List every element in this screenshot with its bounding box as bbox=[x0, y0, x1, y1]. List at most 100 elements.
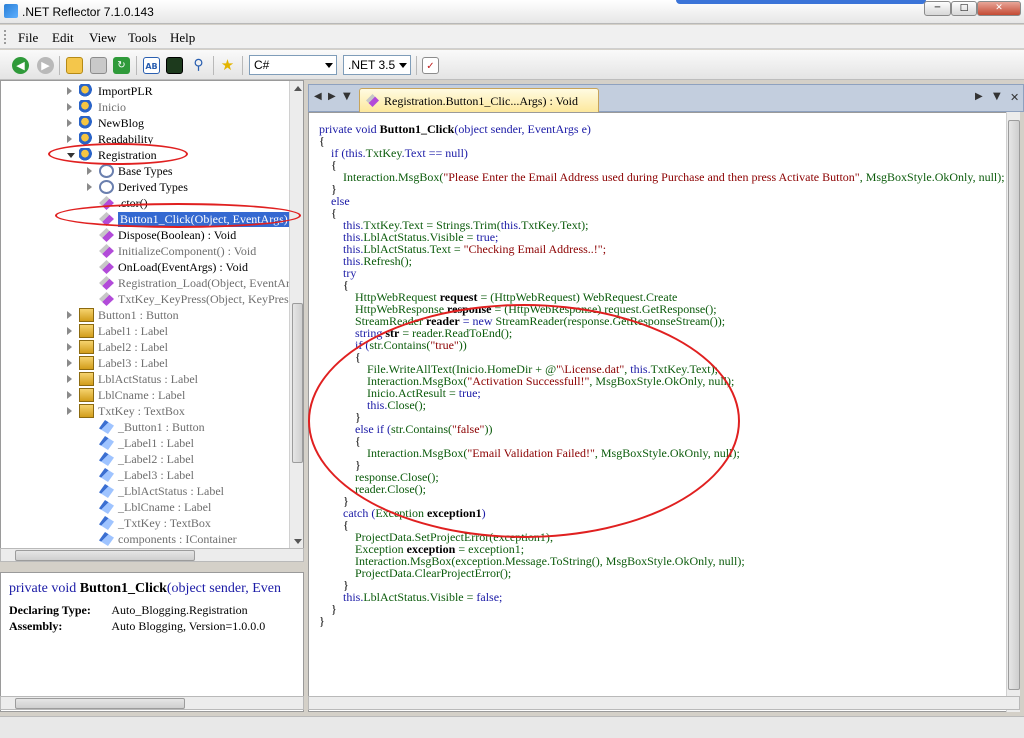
code-token[interactable]: ProjectData.ClearProjectError(); bbox=[355, 566, 511, 580]
collapsed-arrow-icon[interactable] bbox=[87, 167, 92, 175]
code-token[interactable]: Refresh(); bbox=[363, 254, 412, 268]
scroll-up-icon[interactable] bbox=[294, 86, 302, 91]
menu-edit[interactable]: Edit bbox=[52, 30, 74, 46]
language-select[interactable]: C# bbox=[249, 55, 337, 75]
collapsed-arrow-icon[interactable] bbox=[67, 359, 72, 367]
tree-item[interactable]: _Label2 : Label bbox=[1, 451, 290, 467]
tree-item[interactable]: Label3 : Label bbox=[1, 355, 290, 371]
tree-item[interactable]: TxtKey : TextBox bbox=[1, 403, 290, 419]
tree-item[interactable]: Inicio bbox=[1, 99, 290, 115]
code-token[interactable]: str.Contains( bbox=[391, 422, 452, 436]
search-icon[interactable]: ⚲ bbox=[190, 57, 207, 74]
close-button[interactable]: ✕ bbox=[977, 1, 1021, 16]
tab-forward-icon[interactable]: ▶ bbox=[328, 91, 336, 102]
code-token[interactable]: Interaction.MsgBox( bbox=[367, 446, 467, 460]
tree-item[interactable]: Dispose(Boolean) : Void bbox=[1, 227, 290, 243]
tree-item[interactable]: Button1 : Button bbox=[1, 307, 290, 323]
tree-item[interactable]: _LblCname : Label bbox=[1, 499, 290, 515]
minimize-button[interactable]: ─ bbox=[924, 1, 951, 16]
tree-item[interactable]: Registration_Load(Object, EventAr bbox=[1, 275, 290, 291]
code-token[interactable]: )) bbox=[459, 338, 467, 352]
code-scroll-thumb[interactable] bbox=[1008, 120, 1020, 690]
code-token[interactable]: exception1 bbox=[427, 506, 482, 520]
scroll-down-icon[interactable] bbox=[294, 539, 302, 544]
collapsed-arrow-icon[interactable] bbox=[67, 407, 72, 415]
options-icon[interactable]: ✓ bbox=[422, 57, 439, 74]
tree-item[interactable]: LblActStatus : Label bbox=[1, 371, 290, 387]
code-token[interactable]: Interaction.MsgBox( bbox=[343, 170, 443, 184]
code-token[interactable]: Button1_Click bbox=[380, 122, 455, 136]
tree-item[interactable]: ImportPLR bbox=[1, 83, 290, 99]
code-token[interactable]: Exception bbox=[375, 506, 427, 520]
collapsed-arrow-icon[interactable] bbox=[67, 311, 72, 319]
maximize-button[interactable]: □ bbox=[951, 1, 977, 16]
menu-file[interactable]: File bbox=[18, 30, 38, 46]
bookmark-star-icon[interactable]: ★ bbox=[219, 57, 236, 74]
code-token[interactable]: , MsgBoxStyle.OkOnly, null); bbox=[595, 446, 740, 460]
tree-item[interactable]: _TxtKey : TextBox bbox=[1, 515, 290, 531]
tree-item[interactable]: Base Types bbox=[1, 163, 290, 179]
refresh-icon[interactable]: ↻ bbox=[113, 57, 130, 74]
tree-item[interactable]: _Button1 : Button bbox=[1, 419, 290, 435]
tab-scroll-right-icon[interactable]: ▶ bbox=[975, 91, 983, 102]
tree-item[interactable]: _Label3 : Label bbox=[1, 467, 290, 483]
collapsed-arrow-icon[interactable] bbox=[67, 135, 72, 143]
tree-item[interactable]: InitializeComponent() : Void bbox=[1, 243, 290, 259]
collapsed-arrow-icon[interactable] bbox=[67, 87, 72, 95]
declaring-type-value[interactable]: Auto_Blogging.Registration bbox=[111, 603, 247, 617]
tree-item[interactable]: components : IContainer bbox=[1, 531, 290, 547]
framework-select[interactable]: .NET 3.5 bbox=[343, 55, 411, 75]
tree-item[interactable]: Label2 : Label bbox=[1, 339, 290, 355]
save-icon[interactable] bbox=[90, 57, 107, 74]
tree-item[interactable]: Derived Types bbox=[1, 179, 290, 195]
collapsed-arrow-icon[interactable] bbox=[67, 391, 72, 399]
tree-scroll-thumb[interactable] bbox=[292, 303, 303, 463]
collapsed-arrow-icon[interactable] bbox=[67, 375, 72, 383]
tab-menu-icon[interactable]: ▼ bbox=[993, 91, 1001, 102]
tree-item[interactable]: NewBlog bbox=[1, 115, 290, 131]
code-token[interactable]: reader.Close(); bbox=[355, 482, 426, 496]
code-token[interactable]: TxtKey.Text); bbox=[521, 218, 588, 232]
tab-back-icon[interactable]: ◀ bbox=[314, 91, 322, 102]
collapsed-arrow-icon[interactable] bbox=[67, 343, 72, 351]
menu-tools[interactable]: Tools bbox=[128, 30, 157, 46]
tree-item[interactable]: Label1 : Label bbox=[1, 323, 290, 339]
tree-item[interactable]: .ctor() bbox=[1, 195, 290, 211]
collapsed-arrow-icon[interactable] bbox=[67, 119, 72, 127]
menu-view[interactable]: View bbox=[89, 30, 116, 46]
analyzer-icon[interactable] bbox=[166, 57, 183, 74]
code-vertical-scrollbar[interactable] bbox=[1006, 112, 1020, 712]
details-horizontal-scrollbar[interactable] bbox=[0, 696, 304, 710]
disassembler-icon[interactable]: AB bbox=[143, 57, 160, 74]
tree-item[interactable]: LblCname : Label bbox=[1, 387, 290, 403]
tree-vertical-scrollbar[interactable] bbox=[289, 81, 303, 549]
open-folder-icon[interactable] bbox=[66, 57, 83, 74]
code-token[interactable]: LblActStatus.Visible = bbox=[363, 590, 476, 604]
tree-hscroll-thumb[interactable] bbox=[15, 550, 195, 561]
tree-horizontal-scrollbar[interactable] bbox=[0, 548, 304, 562]
tab-list-icon[interactable]: ▼ bbox=[343, 91, 351, 102]
tree-item[interactable]: Button1_Click(Object, EventArgs) bbox=[1, 211, 290, 227]
tree-item[interactable]: TxtKey_KeyPress(Object, KeyPress bbox=[1, 291, 293, 307]
tree-item[interactable]: _Label1 : Label bbox=[1, 435, 290, 451]
tree-item[interactable]: Registration bbox=[1, 147, 290, 163]
tab-registration-button1-click[interactable]: Registration.Button1_Clic...Args) : Void bbox=[359, 88, 599, 112]
collapsed-arrow-icon[interactable] bbox=[67, 327, 72, 335]
collapsed-arrow-icon[interactable] bbox=[67, 103, 72, 111]
code-token[interactable]: )) bbox=[484, 422, 492, 436]
collapsed-arrow-icon[interactable] bbox=[87, 183, 92, 191]
code-token[interactable]: str.Contains( bbox=[369, 338, 430, 352]
tree-item[interactable]: OnLoad(EventArgs) : Void bbox=[1, 259, 290, 275]
assembly-value[interactable]: Auto Blogging, Version=1.0.0.0 bbox=[111, 619, 265, 633]
decompiled-code-view[interactable]: private void Button1_Click(object sender… bbox=[308, 112, 1020, 712]
back-icon[interactable]: ◀ bbox=[12, 57, 29, 74]
expanded-arrow-icon[interactable] bbox=[67, 153, 75, 158]
code-token[interactable]: , MsgBoxStyle.OkOnly, null); bbox=[589, 374, 734, 388]
tab-close-icon[interactable]: ✕ bbox=[1010, 91, 1019, 104]
details-hscroll-thumb[interactable] bbox=[15, 698, 185, 709]
code-token[interactable]: StreamReader(response.GetResponseStream(… bbox=[496, 314, 726, 328]
menu-help[interactable]: Help bbox=[170, 30, 195, 46]
code-token[interactable]: TxtKey bbox=[366, 146, 402, 160]
assembly-browser-tree[interactable]: ImportPLR Inicio NewBlog Readability Registr… bbox=[0, 80, 304, 550]
tree-item[interactable]: _LblActStatus : Label bbox=[1, 483, 290, 499]
